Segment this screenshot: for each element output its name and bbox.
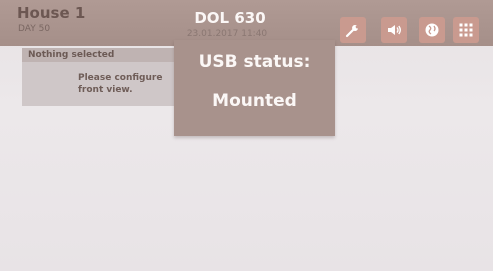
front-view-panel[interactable]: Nothing selected Please configure front … [22,48,184,106]
panel-header: Nothing selected [22,48,184,62]
datetime: 23.01.2017 11:40 [186,29,268,39]
house-title[interactable]: House 1 [17,4,85,22]
sound-button[interactable] [381,17,407,43]
language-button[interactable] [419,17,445,43]
wrench-icon [345,25,358,38]
globe-icon [425,23,439,37]
screen: House 1 DAY 50 DOL 630 23.01.2017 11:40 [0,0,493,271]
settings-button[interactable] [340,17,366,43]
grid-menu-icon [459,23,473,37]
usb-status-title: USB status: [198,52,311,72]
device-title: DOL 630 [194,9,266,27]
panel-header-label: Nothing selected [28,50,115,60]
configure-message: Please configure front view. [78,73,163,95]
usb-status-popup[interactable]: USB status: Mounted [174,40,335,136]
speaker-icon [388,25,401,35]
day-label: DAY 50 [18,24,51,34]
menu-button[interactable] [453,17,479,43]
usb-status-value: Mounted [212,91,297,111]
